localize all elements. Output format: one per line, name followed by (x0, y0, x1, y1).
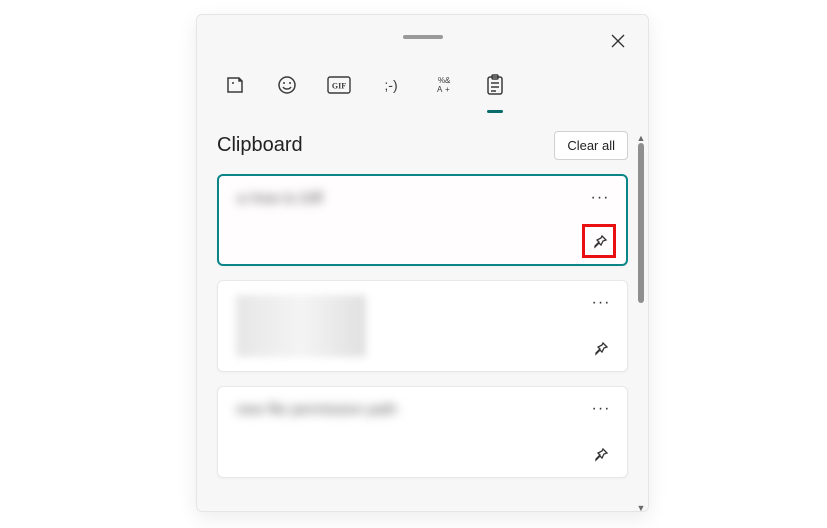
clipboard-item[interactable]: a How to Diff ··· (217, 174, 628, 266)
close-icon (611, 34, 625, 48)
clipboard-item-preview: new file permission path (236, 401, 589, 419)
clipboard-list: a How to Diff ··· ··· (217, 174, 628, 478)
section-title: Clipboard (217, 134, 303, 157)
svg-text:GIF: GIF (332, 82, 346, 91)
tab-kaomoji[interactable]: ;-) (379, 73, 403, 97)
section-header: Clipboard Clear all (217, 131, 628, 160)
tab-symbols[interactable]: % & A + (431, 73, 455, 97)
tab-emoji[interactable] (275, 73, 299, 97)
more-button[interactable]: ··· (589, 295, 613, 311)
tab-gif[interactable]: GIF (327, 73, 351, 97)
clipboard-icon (486, 74, 504, 96)
clipboard-item[interactable]: new file permission path ··· (217, 386, 628, 478)
scrollbar[interactable] (636, 143, 644, 507)
clipboard-content: Clipboard Clear all a How to Diff ··· (197, 131, 648, 511)
more-button[interactable]: ··· (589, 401, 613, 417)
gif-icon: GIF (327, 76, 351, 94)
more-button[interactable]: ··· (588, 190, 612, 206)
tab-clipboard[interactable] (483, 73, 507, 97)
tab-stickers[interactable] (223, 73, 247, 97)
scrollbar-thumb[interactable] (638, 143, 644, 303)
tab-row: GIF ;-) % & A + (223, 73, 507, 97)
clear-all-button[interactable]: Clear all (554, 131, 628, 160)
clipboard-item-preview: a How to Diff (237, 190, 588, 208)
pin-button[interactable] (586, 228, 614, 256)
svg-text:&: & (445, 76, 451, 85)
pin-button[interactable] (587, 335, 615, 363)
pin-icon (592, 234, 608, 250)
emoji-icon (277, 75, 297, 95)
scroll-up-arrow[interactable]: ▲ (636, 133, 646, 143)
svg-text:+: + (445, 85, 450, 94)
symbols-icon: % & A + (433, 75, 453, 95)
svg-text:A: A (437, 85, 443, 94)
emoji-clipboard-panel: GIF ;-) % & A + Clipboard Clear all (196, 14, 649, 512)
clipboard-item-preview (236, 295, 589, 357)
drag-handle[interactable] (403, 35, 443, 39)
close-button[interactable] (606, 29, 630, 53)
pin-button[interactable] (587, 441, 615, 469)
pin-icon (593, 341, 609, 357)
clipboard-item[interactable]: ··· (217, 280, 628, 372)
scroll-down-arrow[interactable]: ▼ (636, 503, 646, 512)
pin-icon (593, 447, 609, 463)
sticker-icon (225, 75, 245, 95)
